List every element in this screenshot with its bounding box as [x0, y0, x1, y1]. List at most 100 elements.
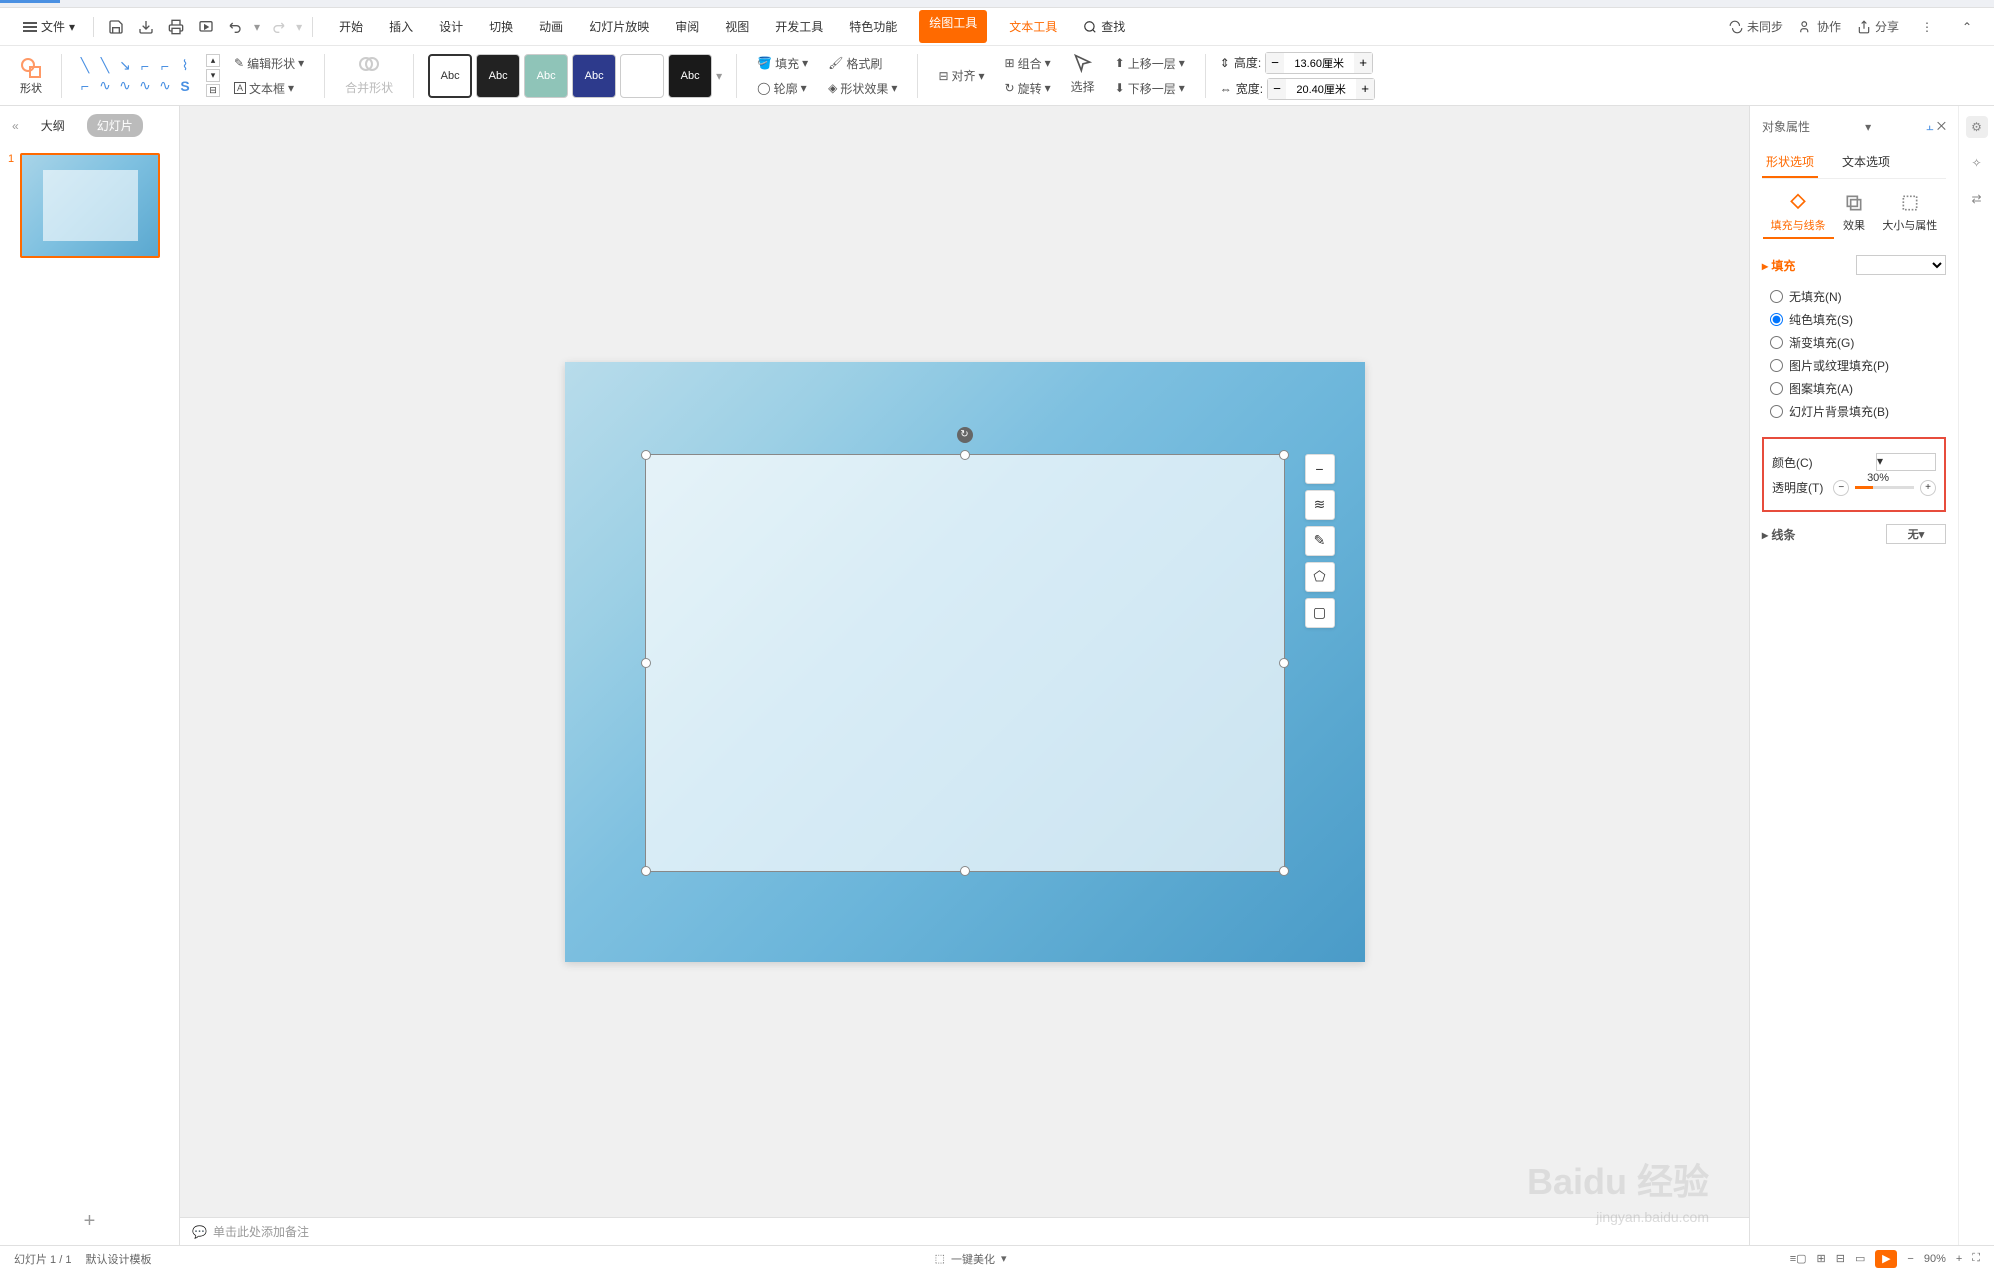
- width-plus[interactable]: +: [1356, 79, 1374, 99]
- fill-line-subtab[interactable]: 填充与线条: [1763, 189, 1834, 239]
- close-panel-icon[interactable]: ✕: [1937, 119, 1946, 133]
- redo-icon[interactable]: [266, 15, 290, 39]
- zigzag-shape[interactable]: ∿: [156, 77, 174, 95]
- tab-drawing-tools[interactable]: 绘图工具: [919, 10, 987, 43]
- export-icon[interactable]: [134, 15, 158, 39]
- text-box-button[interactable]: A文本框▾: [228, 77, 310, 100]
- collapse-panel-icon[interactable]: «: [12, 119, 19, 133]
- select-button[interactable]: 选择: [1065, 75, 1101, 98]
- sync-button[interactable]: 未同步: [1729, 18, 1783, 35]
- line-shape[interactable]: ╲: [76, 57, 94, 75]
- transparency-plus[interactable]: +: [1920, 480, 1936, 496]
- text-options-tab[interactable]: 文本选项: [1838, 147, 1894, 178]
- fit-screen-icon[interactable]: ⛶: [1972, 1252, 1980, 1265]
- zoom-out-tool[interactable]: −: [1305, 454, 1335, 484]
- gallery-more[interactable]: ⊟: [206, 84, 220, 97]
- zigzag-shape[interactable]: ∿: [116, 77, 134, 95]
- collab-button[interactable]: 协作: [1799, 18, 1841, 35]
- star-icon[interactable]: ✧: [1966, 152, 1988, 174]
- outline-tab[interactable]: 大纲: [31, 114, 75, 137]
- eyedropper-tool-icon[interactable]: ✎: [1305, 526, 1335, 556]
- tab-view[interactable]: 视图: [721, 10, 753, 43]
- style-preset-6[interactable]: Abc: [668, 54, 712, 98]
- style-preset-1[interactable]: Abc: [428, 54, 472, 98]
- slide-thumbnail-1[interactable]: 1: [8, 153, 171, 258]
- view-sorter-icon[interactable]: ⊟: [1836, 1252, 1845, 1265]
- gallery-down[interactable]: ▾: [206, 69, 220, 82]
- pin-icon[interactable]: ⫠: [1926, 119, 1933, 133]
- layers-tool-icon[interactable]: ≋: [1305, 490, 1335, 520]
- tab-design[interactable]: 设计: [435, 10, 467, 43]
- rotate-button[interactable]: ↻ 旋转 ▾: [999, 77, 1057, 100]
- width-field[interactable]: [1286, 79, 1356, 99]
- format-painter-button[interactable]: 🖌 格式刷: [822, 52, 903, 75]
- effect-subtab[interactable]: 效果: [1835, 189, 1873, 239]
- play-button[interactable]: ▶: [1875, 1250, 1897, 1268]
- zigzag-shape[interactable]: ∿: [96, 77, 114, 95]
- resize-handle-br[interactable]: [1279, 866, 1289, 876]
- save-icon[interactable]: [104, 15, 128, 39]
- undo-dropdown[interactable]: ▾: [254, 20, 260, 34]
- share-button[interactable]: 分享: [1857, 18, 1899, 35]
- height-field[interactable]: [1284, 53, 1354, 73]
- resize-handle-tl[interactable]: [641, 450, 651, 460]
- connector-shape[interactable]: ⌐: [136, 57, 154, 75]
- move-up-button[interactable]: ⬆ 上移一层 ▾: [1109, 52, 1191, 75]
- zoom-out-button[interactable]: −: [1907, 1253, 1913, 1265]
- tab-insert[interactable]: 插入: [385, 10, 417, 43]
- resize-handle-bl[interactable]: [641, 866, 651, 876]
- undo-icon[interactable]: [224, 15, 248, 39]
- line-dropdown[interactable]: 无 ▾: [1886, 524, 1946, 544]
- zoom-in-button[interactable]: +: [1956, 1253, 1962, 1265]
- fill-none-radio[interactable]: 无填充(N): [1770, 285, 1946, 308]
- color-picker[interactable]: ▾: [1876, 453, 1936, 471]
- selected-rectangle-shape[interactable]: ↻: [645, 454, 1285, 872]
- view-normal-icon[interactable]: ≡▢: [1790, 1252, 1807, 1265]
- resize-handle-ml[interactable]: [641, 658, 651, 668]
- more-icon[interactable]: ⋮: [1915, 15, 1939, 39]
- tab-animation[interactable]: 动画: [535, 10, 567, 43]
- fill-slidebg-radio[interactable]: 幻灯片背景填充(B): [1770, 400, 1946, 423]
- canvas-viewport[interactable]: ↻ − ≋ ✎ ⬠ ▢: [180, 106, 1749, 1217]
- zigzag-shape[interactable]: ∿: [136, 77, 154, 95]
- resize-handle-tm[interactable]: [960, 450, 970, 460]
- line-shape[interactable]: ╲: [96, 57, 114, 75]
- style-preset-2[interactable]: Abc: [476, 54, 520, 98]
- tab-text-tools[interactable]: 文本工具: [1005, 10, 1061, 43]
- tab-devtools[interactable]: 开发工具: [771, 10, 827, 43]
- shape-tool-icon[interactable]: ⬠: [1305, 562, 1335, 592]
- fill-section-header[interactable]: ▸ 填充: [1762, 249, 1946, 281]
- shape-gallery[interactable]: ╲╲↘⌐⌐⌇ ⌐∿∿∿∿S: [76, 57, 194, 95]
- fill-pattern-radio[interactable]: 图案填充(A): [1770, 377, 1946, 400]
- align-button[interactable]: ⊟对齐▾: [932, 64, 990, 87]
- resize-handle-mr[interactable]: [1279, 658, 1289, 668]
- file-menu-button[interactable]: 文件 ▾: [15, 14, 83, 39]
- elbow-shape[interactable]: ⌐: [76, 77, 94, 95]
- arrow-shape[interactable]: ↘: [116, 57, 134, 75]
- outline-button[interactable]: ◯ 轮廓 ▾: [751, 77, 814, 100]
- group-button[interactable]: ⊞ 组合 ▾: [999, 52, 1057, 75]
- edit-shape-button[interactable]: ✎编辑形状▾: [228, 52, 310, 75]
- height-plus[interactable]: +: [1354, 53, 1372, 73]
- curve-shape[interactable]: ⌇: [176, 57, 194, 75]
- view-grid-icon[interactable]: ⊞: [1817, 1252, 1826, 1265]
- fill-button[interactable]: 🪣 填充 ▾: [751, 52, 814, 75]
- style-more[interactable]: ▾: [716, 69, 722, 83]
- print-icon[interactable]: [164, 15, 188, 39]
- tab-transition[interactable]: 切换: [485, 10, 517, 43]
- tab-special[interactable]: 特色功能: [845, 10, 901, 43]
- zoom-value[interactable]: 90%: [1924, 1253, 1946, 1265]
- view-reading-icon[interactable]: ▭: [1855, 1252, 1865, 1265]
- line-section-header[interactable]: ▸ 线条 无 ▾: [1762, 518, 1946, 550]
- fill-picture-radio[interactable]: 图片或纹理填充(P): [1770, 354, 1946, 377]
- freeform-shape[interactable]: S: [176, 77, 194, 95]
- style-preset-5[interactable]: [620, 54, 664, 98]
- tab-start[interactable]: 开始: [335, 10, 367, 43]
- transparency-slider[interactable]: 30%: [1855, 486, 1914, 489]
- redo-dropdown[interactable]: ▾: [296, 20, 302, 34]
- connector-shape[interactable]: ⌐: [156, 57, 174, 75]
- transfer-icon[interactable]: ⇄: [1966, 188, 1988, 210]
- shape-button[interactable]: 形状: [15, 54, 47, 98]
- fill-type-dropdown[interactable]: [1856, 255, 1946, 275]
- tab-review[interactable]: 审阅: [671, 10, 703, 43]
